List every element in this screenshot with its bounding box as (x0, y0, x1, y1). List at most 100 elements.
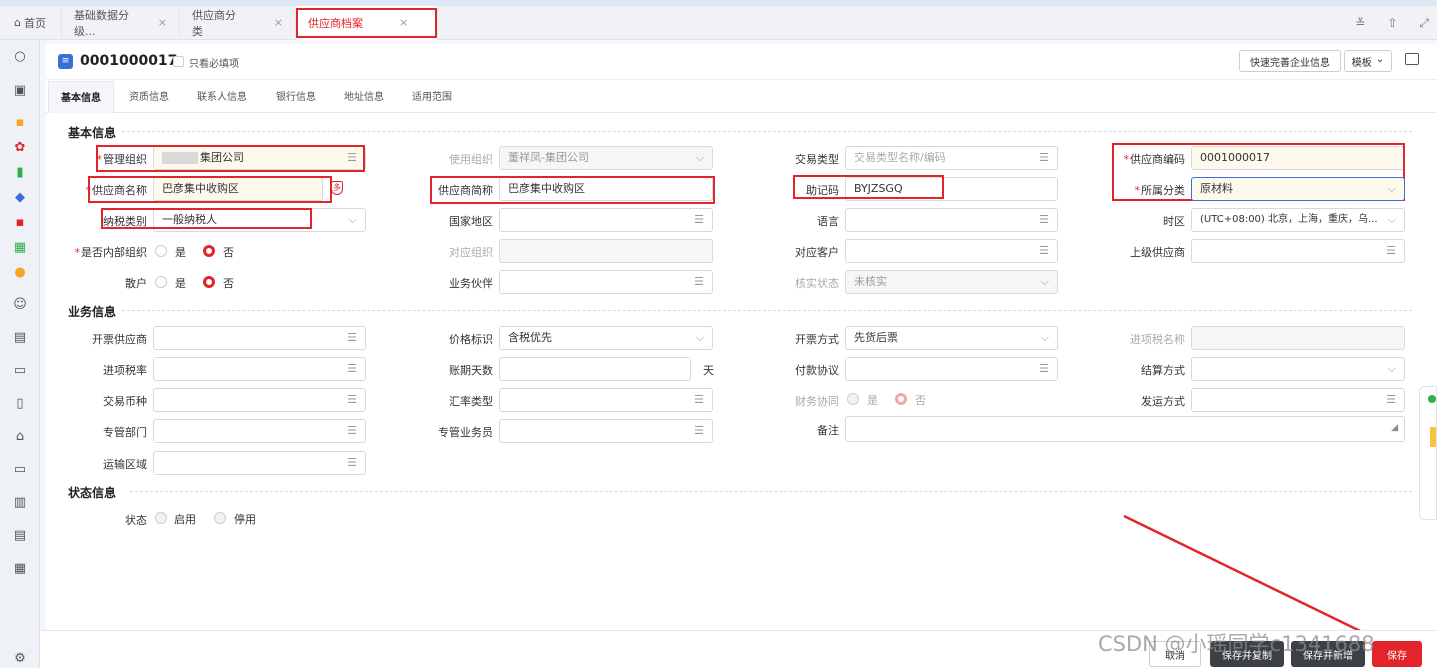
grid-icon[interactable]: ▦ (10, 237, 30, 257)
list-icon[interactable]: ☰ (347, 358, 357, 380)
flower-icon[interactable]: ✿ (10, 137, 30, 157)
use-org-field[interactable]: 董祥凤-集团公司 ⌵ (499, 146, 713, 170)
rate-type-field[interactable]: ☰ (499, 388, 713, 412)
floating-widget[interactable] (1419, 386, 1437, 520)
country-field[interactable]: ☰ (499, 208, 713, 232)
home-icon[interactable]: ⌂ (10, 426, 30, 446)
settings-icon[interactable]: ⚙ (10, 648, 30, 668)
page-title: 0001000017 (80, 53, 178, 69)
list-icon[interactable]: ☰ (347, 452, 357, 474)
list-icon[interactable]: ☰ (347, 389, 357, 411)
timezone-select[interactable]: (UTC+08:00) 北京，上海，重庆，乌... ⌵ (1191, 208, 1405, 232)
staff-label: 专管业务员 (438, 426, 493, 439)
price-mark-select[interactable]: 含税优先 ⌵ (499, 326, 713, 350)
apps-icon[interactable]: ▪ (10, 112, 30, 132)
expand-icon[interactable]: ⤢ (1419, 16, 1429, 31)
subtab-qualification[interactable]: 资质信息 (129, 81, 169, 113)
partner-field[interactable]: ☰ (499, 270, 713, 294)
settle-select[interactable]: ⌵ (1191, 357, 1405, 381)
dept-field[interactable]: ☰ (153, 419, 366, 443)
list-icon[interactable]: ☰ (694, 420, 704, 442)
subtab-bank[interactable]: 银行信息 (276, 81, 316, 113)
book-icon[interactable]: ▦ (10, 558, 30, 578)
input-tax-rate-field[interactable]: ☰ (153, 357, 366, 381)
list-icon[interactable]: ☰ (694, 271, 704, 293)
internal-yes-radio[interactable] (155, 245, 167, 257)
list-icon[interactable]: ☰ (1039, 358, 1049, 380)
watermark: CSDN @小瑶同学c1341688 (1098, 632, 1375, 656)
tab-basic-data[interactable]: 基础数据分级... × (62, 5, 180, 40)
finance-sync-yes-radio[interactable] (847, 393, 859, 405)
category-select[interactable]: 原材料 ⌵ (1191, 177, 1405, 201)
ship-method-field[interactable]: ☰ (1191, 388, 1405, 412)
list-icon[interactable]: ☰ (347, 327, 357, 349)
card-icon[interactable]: ▤ (10, 525, 30, 545)
status-enabled-radio[interactable] (155, 512, 167, 524)
upload-icon[interactable]: ⇧ (1387, 16, 1397, 30)
counter-customer-field[interactable]: ☰ (845, 239, 1058, 263)
cart-icon[interactable]: ▭ (10, 360, 30, 380)
users-icon[interactable]: ☺ (10, 294, 30, 314)
parent-supplier-label: 上级供应商 (1130, 246, 1185, 259)
search-icon[interactable]: ○ (10, 46, 30, 66)
counter-org-field[interactable] (499, 239, 713, 263)
required-only-checkbox[interactable] (173, 56, 184, 67)
close-icon[interactable]: × (158, 16, 167, 29)
casual-no-radio[interactable] (203, 276, 215, 288)
box-icon[interactable]: ▮ (10, 162, 30, 182)
invoice-method-select[interactable]: 先货后票 ⌵ (845, 326, 1058, 350)
list-icon[interactable]: ☰ (1039, 240, 1049, 262)
list-icon[interactable]: ☰ (347, 420, 357, 442)
folder-icon[interactable]: ▭ (10, 459, 30, 479)
clipboard-icon[interactable]: ▯ (10, 393, 30, 413)
tab-supplier-category[interactable]: 供应商分类 × (180, 5, 296, 40)
list-icon[interactable]: ☰ (1386, 240, 1396, 262)
invoice-supplier-field[interactable]: ☰ (153, 326, 366, 350)
inbox-icon[interactable]: ▣ (10, 80, 30, 100)
close-icon[interactable]: × (399, 16, 408, 29)
close-icon[interactable]: × (274, 16, 283, 29)
subtab-address[interactable]: 地址信息 (344, 81, 384, 113)
payment-terms-field[interactable]: ☰ (845, 357, 1058, 381)
subtab-basic[interactable]: 基本信息 (48, 81, 114, 113)
list-icon[interactable]: ☰ (1039, 147, 1049, 169)
finance-sync-no-radio[interactable] (895, 393, 907, 405)
casual-yes-radio[interactable] (155, 276, 167, 288)
parent-supplier-field[interactable]: ☰ (1191, 239, 1405, 263)
input-tax-name-field[interactable] (1191, 326, 1405, 350)
language-field[interactable]: ☰ (845, 208, 1058, 232)
list-icon[interactable]: ☰ (694, 209, 704, 231)
payment-terms-label: 付款协议 (795, 364, 839, 377)
staff-field[interactable]: ☰ (499, 419, 713, 443)
tab-supplier-archive[interactable]: 供应商档案 × (296, 5, 438, 40)
layers-icon[interactable]: ◆ (10, 187, 30, 207)
subtab-contacts[interactable]: 联系人信息 (197, 81, 247, 113)
keyboard-icon[interactable] (1405, 53, 1419, 65)
quick-fill-button[interactable]: 快速完善企业信息 (1239, 50, 1341, 72)
trade-type-label: 交易类型 (795, 153, 839, 166)
shop-icon[interactable]: ▥ (10, 492, 30, 512)
status-disabled-radio[interactable] (214, 512, 226, 524)
trade-type-field[interactable]: 交易类型名称/编码 ☰ (845, 146, 1058, 170)
credit-days-field[interactable] (499, 357, 691, 381)
tag-icon[interactable]: ▪ (10, 212, 30, 232)
tab-home[interactable]: ⌂ 首页 (0, 5, 62, 40)
verify-status-select[interactable]: 未核实 ⌵ (845, 270, 1058, 294)
collapse-icon[interactable]: ≚ (1355, 16, 1365, 30)
translate-icon[interactable]: 多 (331, 181, 343, 195)
list-icon[interactable]: ☰ (1386, 389, 1396, 411)
store-icon[interactable]: ▤ (10, 327, 30, 347)
resize-handle-icon[interactable]: ◢ (1391, 417, 1398, 439)
orange-icon[interactable]: ● (10, 262, 30, 282)
region-field[interactable]: ☰ (153, 451, 366, 475)
currency-field[interactable]: ☰ (153, 388, 366, 412)
save-button[interactable]: 保存 (1372, 641, 1422, 667)
subtab-scope[interactable]: 适用范围 (412, 81, 452, 113)
finance-sync-yes-label: 是 (867, 394, 878, 407)
list-icon[interactable]: ☰ (1039, 209, 1049, 231)
chevron-down-icon: ⌵ (1387, 182, 1396, 195)
template-dropdown[interactable]: 模板 ⌄ (1344, 50, 1392, 72)
list-icon[interactable]: ☰ (694, 389, 704, 411)
internal-no-radio[interactable] (203, 245, 215, 257)
remark-textarea[interactable]: ◢ (845, 416, 1405, 442)
